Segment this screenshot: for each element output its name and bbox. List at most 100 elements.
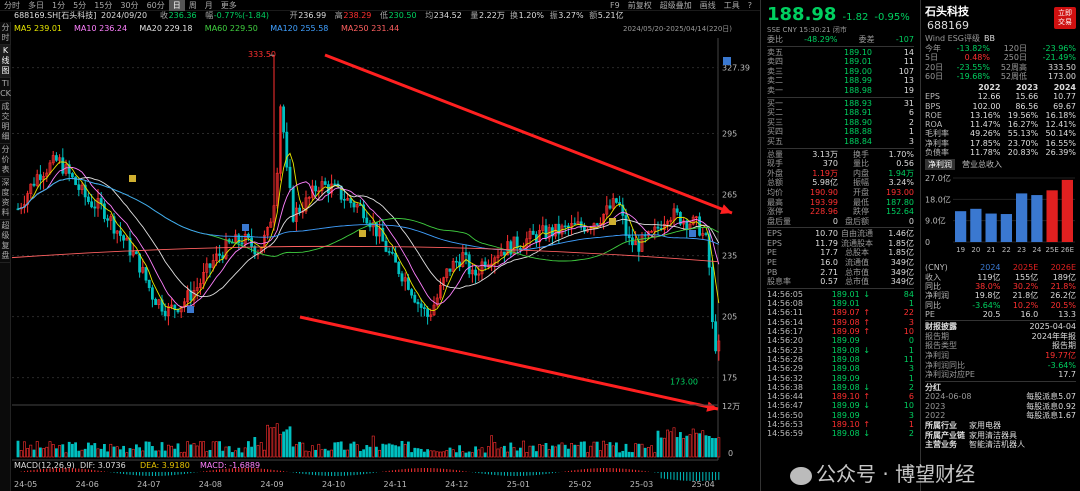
info-text: 2.22万 (479, 11, 505, 20)
volume-bar (566, 448, 570, 458)
ma-legend: MA60 229.50 (205, 24, 258, 33)
vtab-item[interactable]: 超级复盘 (0, 220, 11, 263)
period-tab[interactable]: 5分 (69, 0, 90, 11)
candle-body (413, 294, 417, 303)
fund-tab[interactable]: 营业总收入 (959, 159, 1005, 170)
volume-bar (87, 442, 90, 458)
period-tab[interactable]: 分时 (0, 0, 24, 11)
last-price: 188.98 (767, 4, 837, 25)
volume-bar (400, 440, 404, 458)
estimate-row: 同比 38.0% 30.2% 21.8% (925, 281, 1076, 291)
financial-ratios: EPS 12.66 15.66 10.77 BPS 102.00 86.56 69.67 ROE… (925, 92, 1076, 157)
valuation-row: PB 2.71 总市值 349亿 (767, 267, 914, 277)
buy-order-row[interactable]: 买四 188.88 1 (767, 127, 914, 137)
vtab-item[interactable]: 分价表 (0, 144, 11, 177)
volume-bar (80, 449, 84, 458)
volume-bar (509, 442, 513, 458)
volume-bar (445, 450, 449, 458)
vtab-item[interactable]: K线图 (0, 45, 11, 78)
volume-bar (598, 450, 602, 458)
period-tab[interactable]: 1分 (48, 0, 69, 11)
period-tab[interactable]: 30分 (116, 0, 142, 11)
candle-body (247, 233, 250, 238)
period-tab[interactable]: 60分 (143, 0, 169, 11)
period-tab[interactable]: 多日 (24, 0, 48, 11)
sell-order-row[interactable]: 卖五 189.10 14 (767, 48, 914, 58)
info-text: 量 (470, 11, 478, 20)
candle-body (163, 310, 167, 317)
volume-bar (691, 428, 695, 458)
event-marker[interactable] (609, 218, 616, 225)
valuation-row: 股息率 0.57 总市值 349亿 (767, 277, 914, 287)
kline-chart[interactable]: 688169.SH[石头科技] 2024/09/20 收 236.36 幅 -0.77%(… (0, 0, 760, 491)
candle-body (285, 131, 289, 168)
volume-bar (630, 452, 634, 458)
sell-order-row[interactable]: 卖二 188.99 13 (767, 76, 914, 86)
volume-bar (659, 437, 663, 458)
volume-bar (499, 447, 503, 458)
vtab-item[interactable]: TICK (0, 78, 11, 101)
volume-bar (621, 450, 625, 458)
trade-now-button[interactable]: 立即交易 (1054, 6, 1076, 29)
volume-bar (666, 429, 670, 458)
tool-button[interactable]: 画线 (696, 0, 720, 11)
dividend-rows: 2024-06-08 每股派息5.07 2023 每股派息0.92 2022 每股派息1.… (925, 392, 1076, 421)
tick-list[interactable]: 14:56:05 189.01 ↓ 84 14:56:08 189.01 1 14:56:11… (767, 290, 914, 439)
volume-bar (477, 449, 481, 458)
fund-tab[interactable]: 净利润 (925, 159, 955, 171)
candle-body (704, 233, 708, 235)
candle-body (119, 230, 122, 236)
buy-order-row[interactable]: 买三 188.90 2 (767, 118, 914, 128)
vtab-item[interactable]: 深度资料 (0, 177, 11, 220)
tool-button[interactable]: 前复权 (624, 0, 656, 11)
month-label: 24-06 (76, 480, 99, 489)
tool-button[interactable]: ? (744, 0, 756, 11)
volume-bar (390, 444, 394, 458)
info-text: 换 (510, 10, 518, 20)
volume-bar (125, 452, 129, 458)
tool-button[interactable]: F9 (606, 0, 624, 11)
volume-bar (154, 450, 158, 458)
period-tab[interactable]: 月 (201, 0, 217, 11)
event-marker[interactable] (242, 224, 249, 231)
volume-bar (522, 440, 526, 458)
volume-bar (570, 443, 574, 458)
volume-bar (595, 441, 599, 458)
period-tab[interactable]: 周 (185, 0, 201, 11)
volume-bar (627, 451, 631, 458)
sell-order-row[interactable]: 卖一 188.98 19 (767, 86, 914, 96)
period-tab[interactable]: 更多 (217, 0, 241, 11)
volume-bar (656, 430, 660, 458)
tool-button[interactable]: 超级叠加 (656, 0, 696, 11)
candle-body (144, 267, 148, 281)
vtab-item[interactable]: 成交明细 (0, 101, 11, 144)
volume-bar (326, 450, 330, 458)
sell-order-row[interactable]: 卖三 189.00 107 (767, 67, 914, 77)
buy-order-row[interactable]: 买一 188.93 31 (767, 99, 914, 109)
buy-order-row[interactable]: 买二 188.91 6 (767, 108, 914, 118)
event-marker[interactable] (129, 175, 136, 182)
k-marker[interactable] (723, 57, 731, 65)
period-tab[interactable]: 15分 (90, 0, 116, 11)
event-marker[interactable] (187, 306, 194, 313)
volume-bar (282, 431, 286, 458)
event-marker[interactable] (689, 230, 696, 237)
macd-dif: DIF: 3.0736 (80, 461, 126, 470)
tool-button[interactable]: 工具 (720, 0, 744, 11)
candle-body (416, 301, 420, 305)
candle-body (352, 202, 356, 208)
sell-order-row[interactable]: 卖四 189.01 11 (767, 57, 914, 67)
profit-bar-chart: 27.0亿 18.0亿 9.0亿 0 19 20 21 22 23 24 25E 26E (925, 173, 1075, 254)
chart-tabs[interactable]: 净利润 营业总收入 (925, 159, 1076, 171)
candle-body (151, 287, 154, 300)
dividend-row: 2022 每股派息1.67 (925, 411, 1076, 421)
period-tab[interactable]: 日 (168, 0, 185, 11)
event-marker[interactable] (359, 230, 366, 237)
candle-body (595, 223, 599, 225)
volume-bar (285, 429, 289, 458)
price-tick: 175 (722, 374, 737, 383)
vtab-item[interactable]: 分时 (0, 22, 11, 45)
tick-row: 14:56:17 189.09 ↑ 10 (767, 327, 914, 337)
buy-order-row[interactable]: 买五 188.84 3 (767, 137, 914, 147)
volume-bar (307, 451, 311, 458)
